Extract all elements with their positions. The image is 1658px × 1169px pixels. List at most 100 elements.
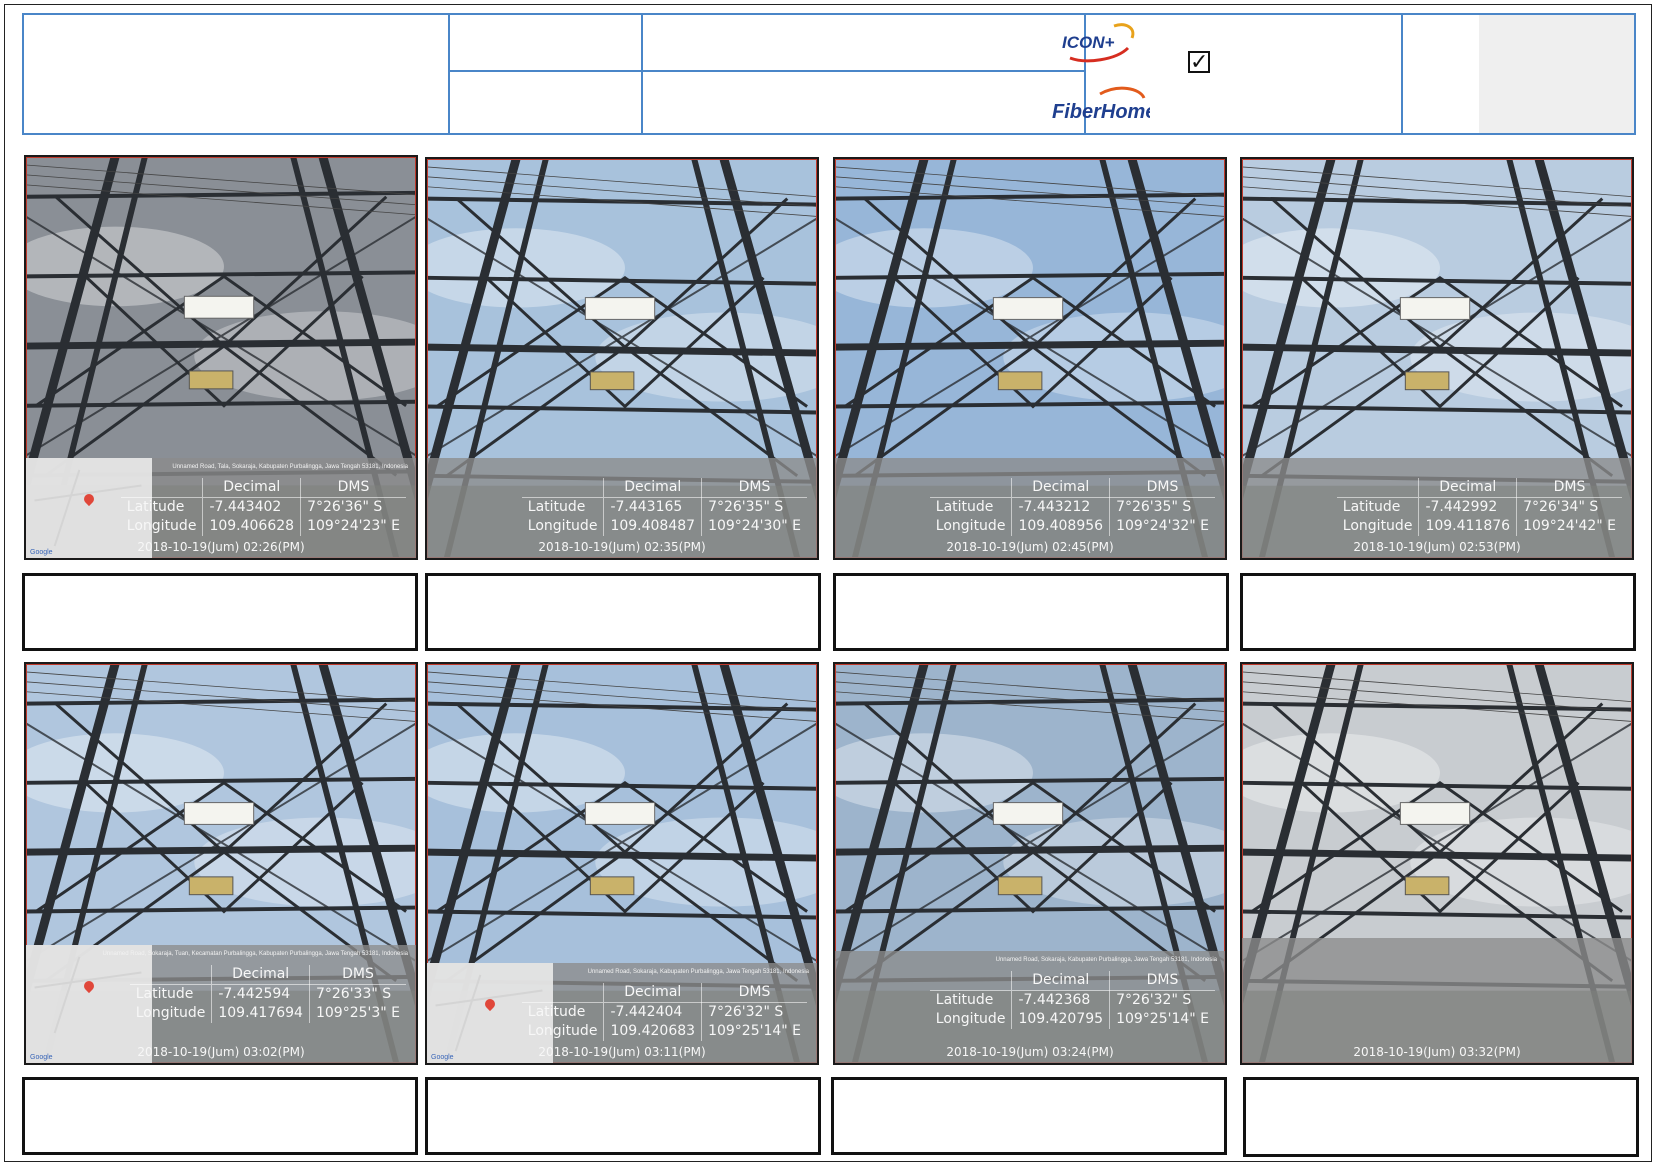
photo-caption-box[interactable] — [833, 573, 1229, 651]
decimal-header: Decimal — [603, 478, 703, 498]
dms-header: DMS — [1109, 478, 1215, 498]
photo-caption-box[interactable] — [1243, 1077, 1639, 1157]
longitude-dms: 109°24'42" E — [1523, 518, 1616, 534]
coordinates-table: Decimal DMS Latitude -7.442368 7°26'32" … — [929, 971, 1215, 1029]
longitude-label: Longitude — [126, 518, 197, 534]
photo-timestamp: 2018-10-19(Jum) 02:35(PM) — [538, 540, 706, 554]
photo-caption-box[interactable] — [425, 573, 821, 651]
tower-photo[interactable]: Decimal DMS Latitude -7.443212 7°26'35" … — [833, 157, 1227, 560]
blank-head — [129, 965, 212, 985]
photo-timestamp: 2018-10-19(Jum) 03:24(PM) — [946, 1045, 1114, 1059]
photo-timestamp: 2018-10-19(Jum) 02:45(PM) — [946, 540, 1114, 554]
icon-plus-logo: ICON+ — [1062, 23, 1135, 63]
report-header — [22, 13, 1636, 135]
latitude-decimal: -7.443165 — [603, 497, 703, 517]
header-divider — [448, 15, 450, 133]
photo-timestamp: 2018-10-19(Jum) 02:53(PM) — [1353, 540, 1521, 554]
gps-overlay: Unnamed Road, Sokaraja, Kabupaten Purbal… — [835, 951, 1225, 1063]
map-road — [53, 469, 81, 547]
decimal-header: Decimal — [1011, 478, 1111, 498]
logo-text: FiberHome — [1052, 101, 1150, 123]
longitude-label: Longitude — [935, 518, 1006, 534]
gps-overlay: Google Unnamed Road, Sokaraja, Kabupaten … — [427, 963, 817, 1063]
longitude-dms: 109°24'23" E — [307, 518, 400, 534]
photo-caption-box[interactable] — [425, 1077, 821, 1155]
photo-timestamp: 2018-10-19(Jum) 03:02(PM) — [137, 1045, 305, 1059]
decimal-header: Decimal — [1418, 478, 1518, 498]
tower-photo[interactable]: Decimal DMS Latitude -7.442992 7°26'34" … — [1240, 157, 1634, 560]
longitude-decimal: 109.420683 — [603, 1022, 703, 1041]
latitude-label: Latitude — [527, 499, 586, 515]
tower-photo[interactable]: Google Unnamed Road, Sokaraja, Tuan, Keca… — [24, 662, 418, 1065]
longitude-label: Longitude — [135, 1005, 206, 1021]
decimal-header: Decimal — [603, 983, 703, 1003]
location-address: Unnamed Road, Tala, Sokaraja, Kabupaten … — [172, 464, 408, 470]
coordinates-table: Decimal DMS Latitude -7.442404 7°26'32" … — [521, 983, 807, 1041]
latitude-label: Latitude — [135, 986, 194, 1002]
tower-photo[interactable]: 2018-10-19(Jum) 03:32(PM) — [1240, 662, 1634, 1065]
longitude-decimal: 109.408487 — [603, 517, 703, 536]
coordinates-table: Decimal DMS Latitude -7.443165 7°26'35" … — [521, 478, 807, 536]
photo-caption-box[interactable] — [831, 1077, 1227, 1155]
approval-checkbox[interactable]: ✓ — [1188, 51, 1210, 74]
photo-caption-box[interactable] — [22, 1077, 418, 1155]
longitude-decimal: 109.406628 — [202, 517, 302, 536]
tower-photo[interactable]: Google Unnamed Road, Sokaraja, Kabupaten … — [425, 662, 819, 1065]
longitude-dms: 109°25'3" E — [315, 1005, 400, 1021]
longitude-dms: 109°24'30" E — [708, 518, 801, 534]
longitude-dms: 109°25'14" E — [708, 1023, 801, 1039]
header-divider — [1401, 15, 1403, 133]
location-address: Unnamed Road, Sokaraja, Kabupaten Purbal… — [995, 957, 1217, 963]
coordinates-table: Decimal DMS Latitude -7.442992 7°26'34" … — [1336, 478, 1622, 536]
coordinates-table: Decimal DMS Latitude -7.443212 7°26'35" … — [929, 478, 1215, 536]
tower-photo[interactable]: Decimal DMS Latitude -7.443165 7°26'35" … — [425, 157, 819, 560]
latitude-decimal: -7.442368 — [1011, 990, 1111, 1010]
latitude-decimal: -7.442992 — [1418, 497, 1518, 517]
tower-photo[interactable]: Unnamed Road, Sokaraja, Kabupaten Purbal… — [833, 662, 1227, 1065]
dms-header: DMS — [1516, 478, 1622, 498]
latitude-label: Latitude — [527, 1004, 586, 1020]
header-grey-cell — [1479, 15, 1634, 133]
gps-overlay: Google Unnamed Road, Tala, Sokaraja, Kabu… — [26, 458, 416, 558]
decimal-header: Decimal — [1011, 971, 1111, 991]
latitude-label: Latitude — [1342, 499, 1401, 515]
tower-photo[interactable]: Google Unnamed Road, Tala, Sokaraja, Kabu… — [24, 155, 418, 560]
longitude-decimal: 109.408956 — [1011, 517, 1111, 536]
longitude-decimal: 109.417694 — [211, 1004, 310, 1023]
decimal-header: Decimal — [202, 478, 302, 498]
photo-timestamp: 2018-10-19(Jum) 02:26(PM) — [137, 540, 305, 554]
photo-caption-box[interactable] — [22, 573, 418, 651]
latitude-dms: 7°26'36" S — [307, 499, 383, 515]
blank-head — [929, 478, 1012, 498]
dms-header: DMS — [701, 983, 807, 1003]
longitude-label: Longitude — [1342, 518, 1413, 534]
latitude-dms: 7°26'32" S — [708, 1004, 784, 1020]
latitude-decimal: -7.442594 — [211, 984, 310, 1004]
latitude-decimal: -7.442404 — [603, 1002, 703, 1022]
longitude-decimal: 109.411876 — [1418, 517, 1518, 536]
coordinates-table: Decimal DMS Latitude -7.442594 7°26'33" … — [129, 965, 406, 1023]
latitude-dms: 7°26'32" S — [1116, 992, 1192, 1008]
logo-text: ICON+ — [1062, 33, 1115, 52]
latitude-label: Latitude — [935, 992, 994, 1008]
gps-overlay: Google Unnamed Road, Sokaraja, Tuan, Keca… — [26, 945, 416, 1063]
fiberhome-logo: FiberHome — [1052, 86, 1150, 123]
dms-header: DMS — [300, 478, 406, 498]
photo-timestamp: 2018-10-19(Jum) 03:11(PM) — [538, 1045, 706, 1059]
latitude-decimal: -7.443402 — [202, 497, 302, 517]
photo-caption-box[interactable] — [1240, 573, 1636, 651]
map-road — [454, 974, 482, 1052]
header-row-divider — [448, 70, 1086, 72]
latitude-dms: 7°26'34" S — [1523, 499, 1599, 515]
blank-head — [1336, 478, 1419, 498]
longitude-dms: 109°25'14" E — [1116, 1011, 1209, 1027]
latitude-label: Latitude — [935, 499, 994, 515]
latitude-dms: 7°26'35" S — [1116, 499, 1192, 515]
latitude-label: Latitude — [126, 499, 185, 515]
map-road — [53, 956, 81, 1034]
decimal-header: Decimal — [211, 965, 310, 985]
gps-overlay: 2018-10-19(Jum) 03:32(PM) — [1242, 938, 1632, 1063]
blank-head — [521, 478, 604, 498]
latitude-decimal: -7.443212 — [1011, 497, 1111, 517]
dms-header: DMS — [701, 478, 807, 498]
